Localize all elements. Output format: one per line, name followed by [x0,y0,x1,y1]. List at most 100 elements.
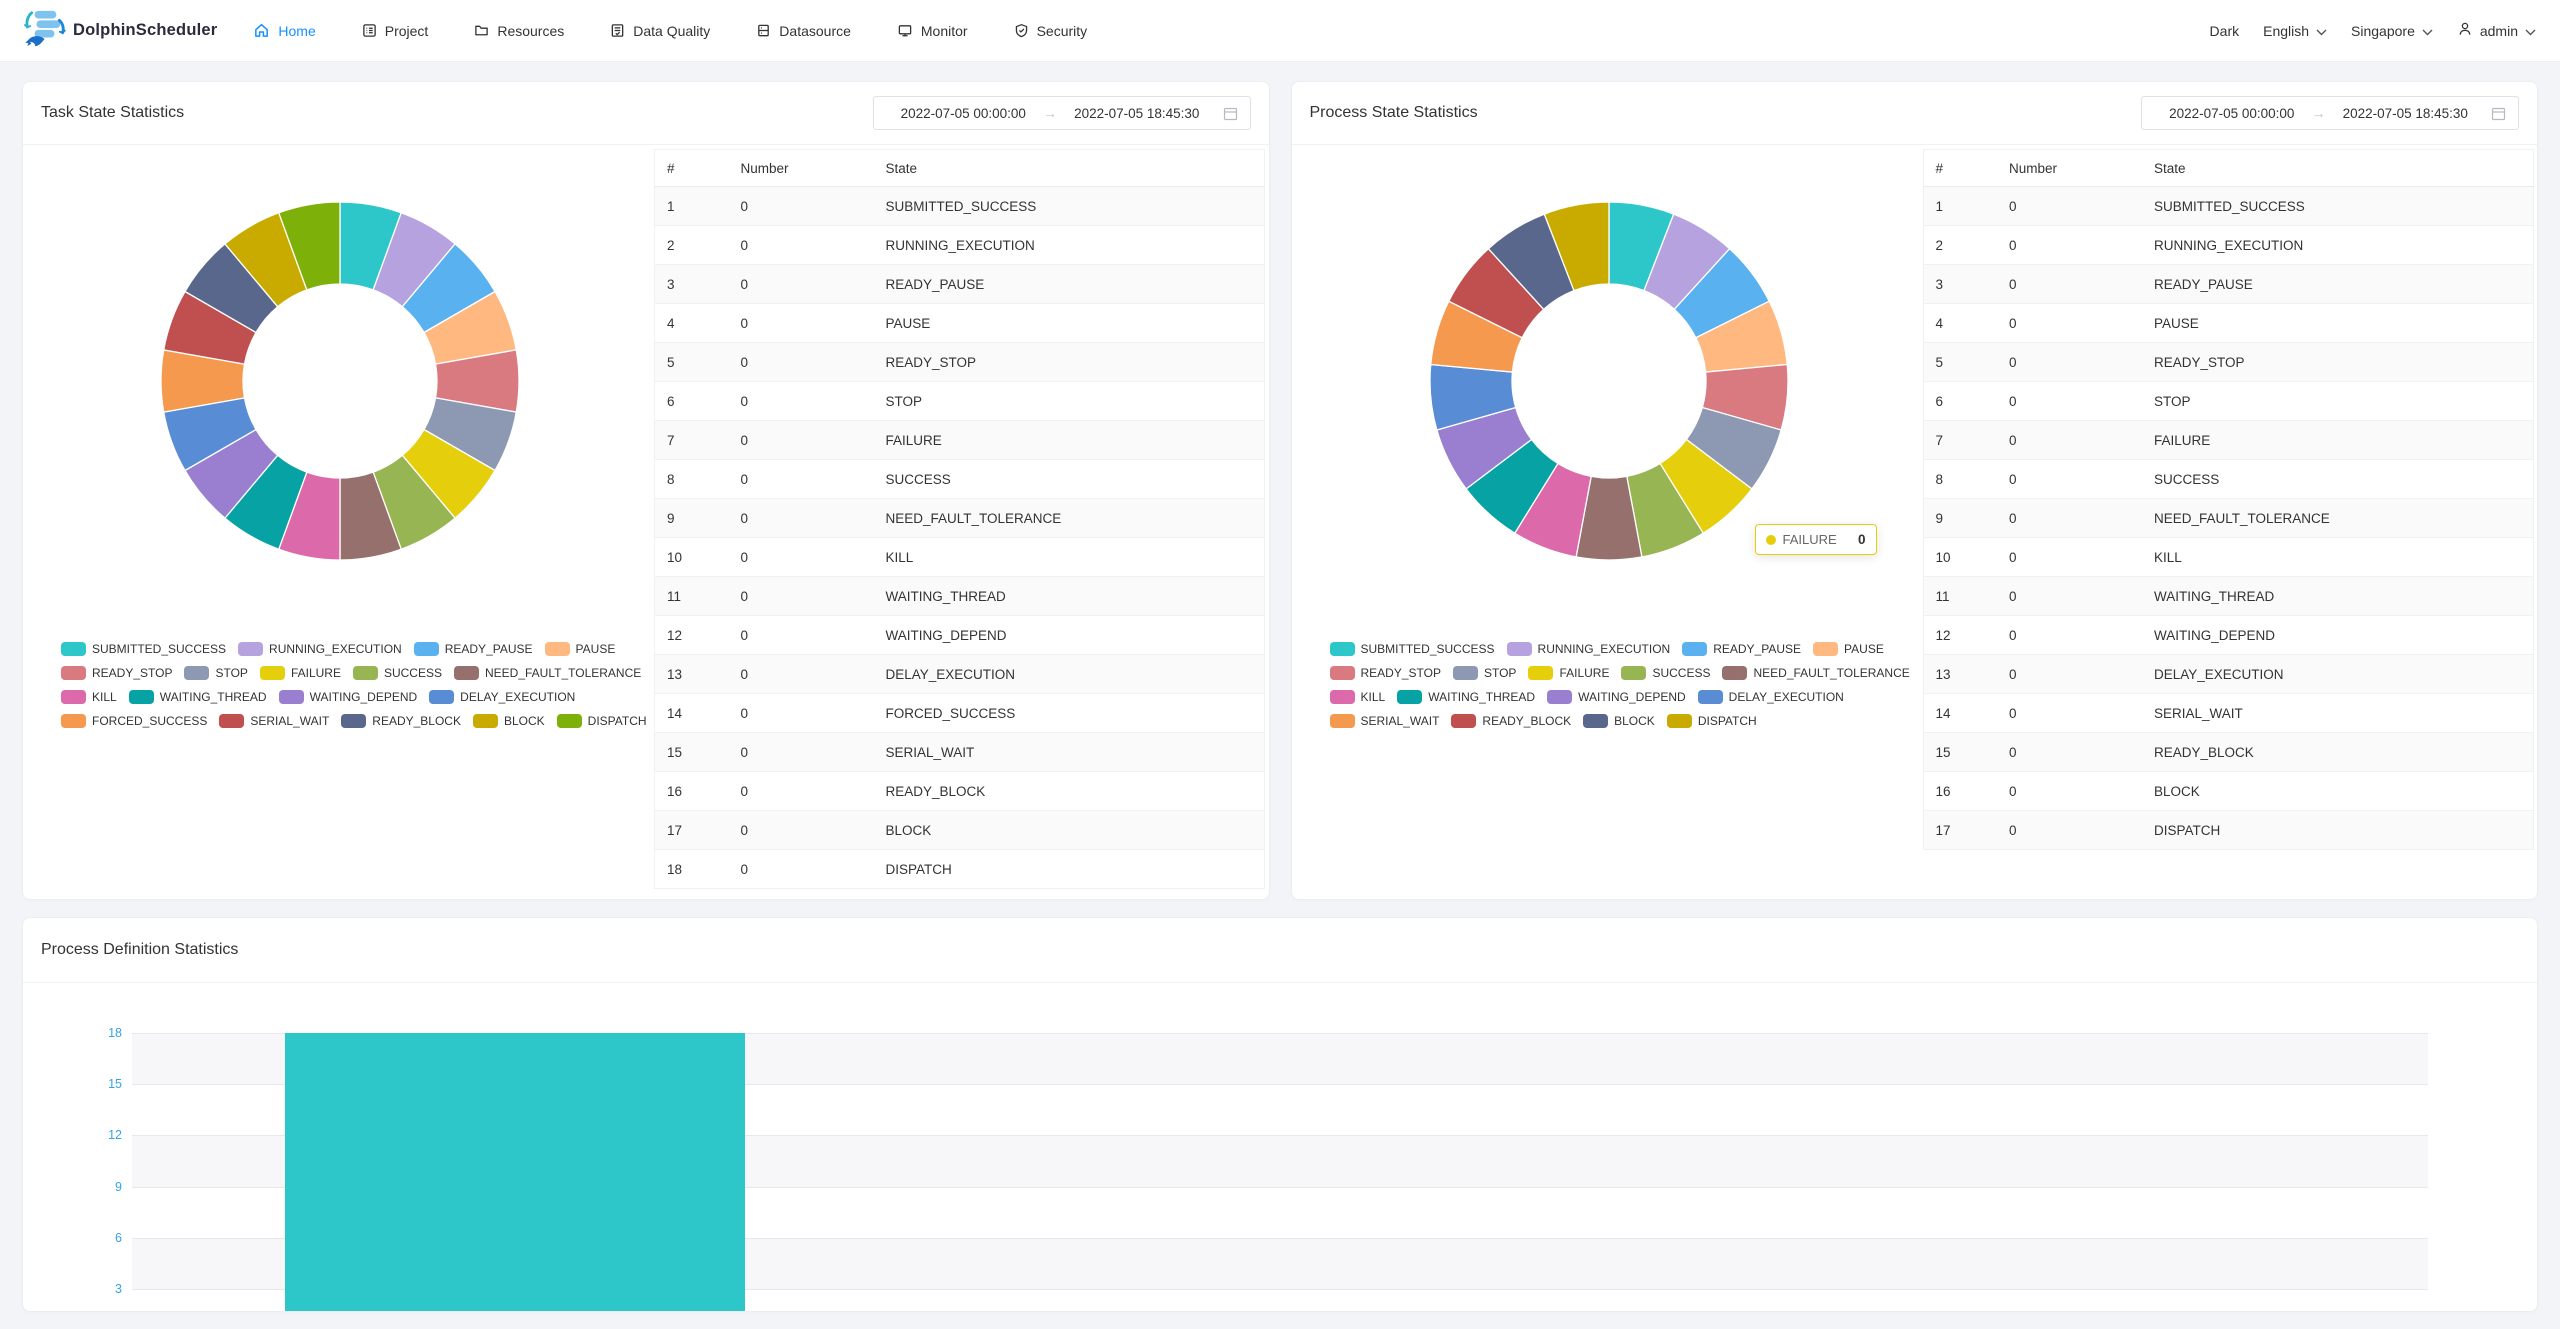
legend-swatch [1330,714,1355,728]
arrow-right-icon: → [1041,105,1059,121]
legend-item[interactable]: STOP [1453,666,1516,680]
legend-label: WAITING_DEPEND [1578,690,1686,704]
legend-item[interactable]: READY_BLOCK [1451,714,1571,728]
legend-item[interactable]: RUNNING_EXECUTION [238,642,402,656]
legend-swatch [353,666,378,680]
legend-item[interactable]: DISPATCH [557,714,647,728]
nav-item-datasource[interactable]: Datasource [756,23,851,39]
legend-label: READY_BLOCK [1482,714,1571,728]
table-row: 140FORCED_SUCCESS [655,694,1265,733]
legend-item[interactable]: WAITING_THREAD [129,690,267,704]
process-definition-bar-chart[interactable]: 181512963 [23,983,2537,1311]
legend-item[interactable]: KILL [1330,690,1386,704]
legend-item[interactable]: KILL [61,690,117,704]
legend-item[interactable]: WAITING_DEPEND [1547,690,1686,704]
legend-label: DELAY_EXECUTION [1729,690,1844,704]
legend-swatch [473,714,498,728]
legend-swatch [219,714,244,728]
legend-item[interactable]: NEED_FAULT_TOLERANCE [1722,666,1909,680]
legend-label: READY_STOP [1361,666,1441,680]
legend-item[interactable]: SERIAL_WAIT [1330,714,1440,728]
navbar-right: Dark English Singapore admin [2210,21,2536,40]
task-date-range-picker[interactable]: 2022-07-05 00:00:00 → 2022-07-05 18:45:3… [873,96,1251,130]
nav-item-label: Data Quality [633,23,710,39]
process-date-range-picker[interactable]: 2022-07-05 00:00:00 → 2022-07-05 18:45:3… [2141,96,2519,130]
table-row: 130DELAY_EXECUTION [1923,655,2533,694]
legend-item[interactable]: FORCED_SUCCESS [61,714,207,728]
timezone-select[interactable]: Singapore [2351,23,2433,39]
user-menu[interactable]: admin [2457,21,2536,40]
legend-item[interactable]: SUCCESS [1621,666,1710,680]
legend-label: NEED_FAULT_TOLERANCE [485,666,641,680]
legend-item[interactable]: FAILURE [260,666,341,680]
monitor-icon [897,23,913,38]
legend-item[interactable]: PAUSE [545,642,616,656]
table-row: 110WAITING_THREAD [1923,577,2533,616]
legend-swatch [341,714,366,728]
table-row: 150READY_BLOCK [1923,733,2533,772]
table-row: 100KILL [655,538,1265,577]
legend-item[interactable]: BLOCK [473,714,545,728]
legend-item[interactable]: FAILURE [1528,666,1609,680]
legend-item[interactable]: READY_STOP [1330,666,1441,680]
table-row: 30READY_PAUSE [655,265,1265,304]
legend-item[interactable]: READY_STOP [61,666,172,680]
nav-item-project[interactable]: Project [362,23,429,39]
legend-label: WAITING_DEPEND [310,690,418,704]
table-row: 80SUCCESS [1923,460,2533,499]
legend-item[interactable]: WAITING_DEPEND [279,690,418,704]
legend-item[interactable]: READY_PAUSE [414,642,533,656]
legend-item[interactable]: SUBMITTED_SUCCESS [1330,642,1495,656]
legend-swatch [1722,666,1747,680]
legend-label: KILL [92,690,117,704]
nav-item-label: Monitor [921,23,968,39]
y-axis-tick-label: 9 [115,1180,122,1194]
legend-item[interactable]: BLOCK [1583,714,1655,728]
legend-label: STOP [215,666,247,680]
nav-item-resources[interactable]: Resources [474,23,564,39]
table-row: 90NEED_FAULT_TOLERANCE [1923,499,2533,538]
legend-item[interactable]: RUNNING_EXECUTION [1507,642,1671,656]
legend-item[interactable]: READY_PAUSE [1682,642,1801,656]
task-state-donut-chart[interactable] [160,201,520,561]
language-select[interactable]: English [2263,23,2327,39]
legend-swatch [1813,642,1838,656]
table-header: State [2142,150,2533,187]
nav-item-data-quality[interactable]: Data Quality [610,23,710,39]
chart-plot-area [132,1033,2428,1311]
legend-swatch [184,666,209,680]
legend-item[interactable]: WAITING_THREAD [1397,690,1535,704]
legend-item[interactable]: STOP [184,666,247,680]
legend-label: SUBMITTED_SUCCESS [1361,642,1495,656]
table-row: 150SERIAL_WAIT [655,733,1265,772]
theme-toggle-button[interactable]: Dark [2210,23,2240,39]
calendar-icon [1223,106,1238,121]
nav-item-security[interactable]: Security [1014,23,1088,39]
legend-swatch [1451,714,1476,728]
legend-item[interactable]: SUCCESS [353,666,442,680]
task-state-card: Task State Statistics 2022-07-05 00:00:0… [22,81,1270,900]
legend-item[interactable]: NEED_FAULT_TOLERANCE [454,666,641,680]
process-state-donut-chart[interactable] [1429,201,1789,561]
legend-item[interactable]: SUBMITTED_SUCCESS [61,642,226,656]
legend-label: DISPATCH [588,714,647,728]
nav-item-home[interactable]: Home [253,22,315,39]
nav-item-monitor[interactable]: Monitor [897,23,968,39]
legend-item[interactable]: DISPATCH [1667,714,1757,728]
brand-logo[interactable]: DolphinScheduler [24,8,217,53]
chevron-down-icon [2525,23,2536,39]
legend-label: READY_STOP [92,666,172,680]
process-definition-card-title: Process Definition Statistics [41,941,238,959]
nav-item-label: Resources [497,23,564,39]
legend-label: RUNNING_EXECUTION [1538,642,1671,656]
legend-item[interactable]: DELAY_EXECUTION [429,690,575,704]
legend-item[interactable]: PAUSE [1813,642,1884,656]
legend-item[interactable]: READY_BLOCK [341,714,461,728]
arrow-right-icon: → [2310,105,2328,121]
table-row: 60STOP [1923,382,2533,421]
legend-label: BLOCK [1614,714,1655,728]
legend-item[interactable]: SERIAL_WAIT [219,714,329,728]
legend-label: DISPATCH [1698,714,1757,728]
legend-item[interactable]: DELAY_EXECUTION [1698,690,1844,704]
definition-count-bar[interactable] [285,1033,745,1311]
